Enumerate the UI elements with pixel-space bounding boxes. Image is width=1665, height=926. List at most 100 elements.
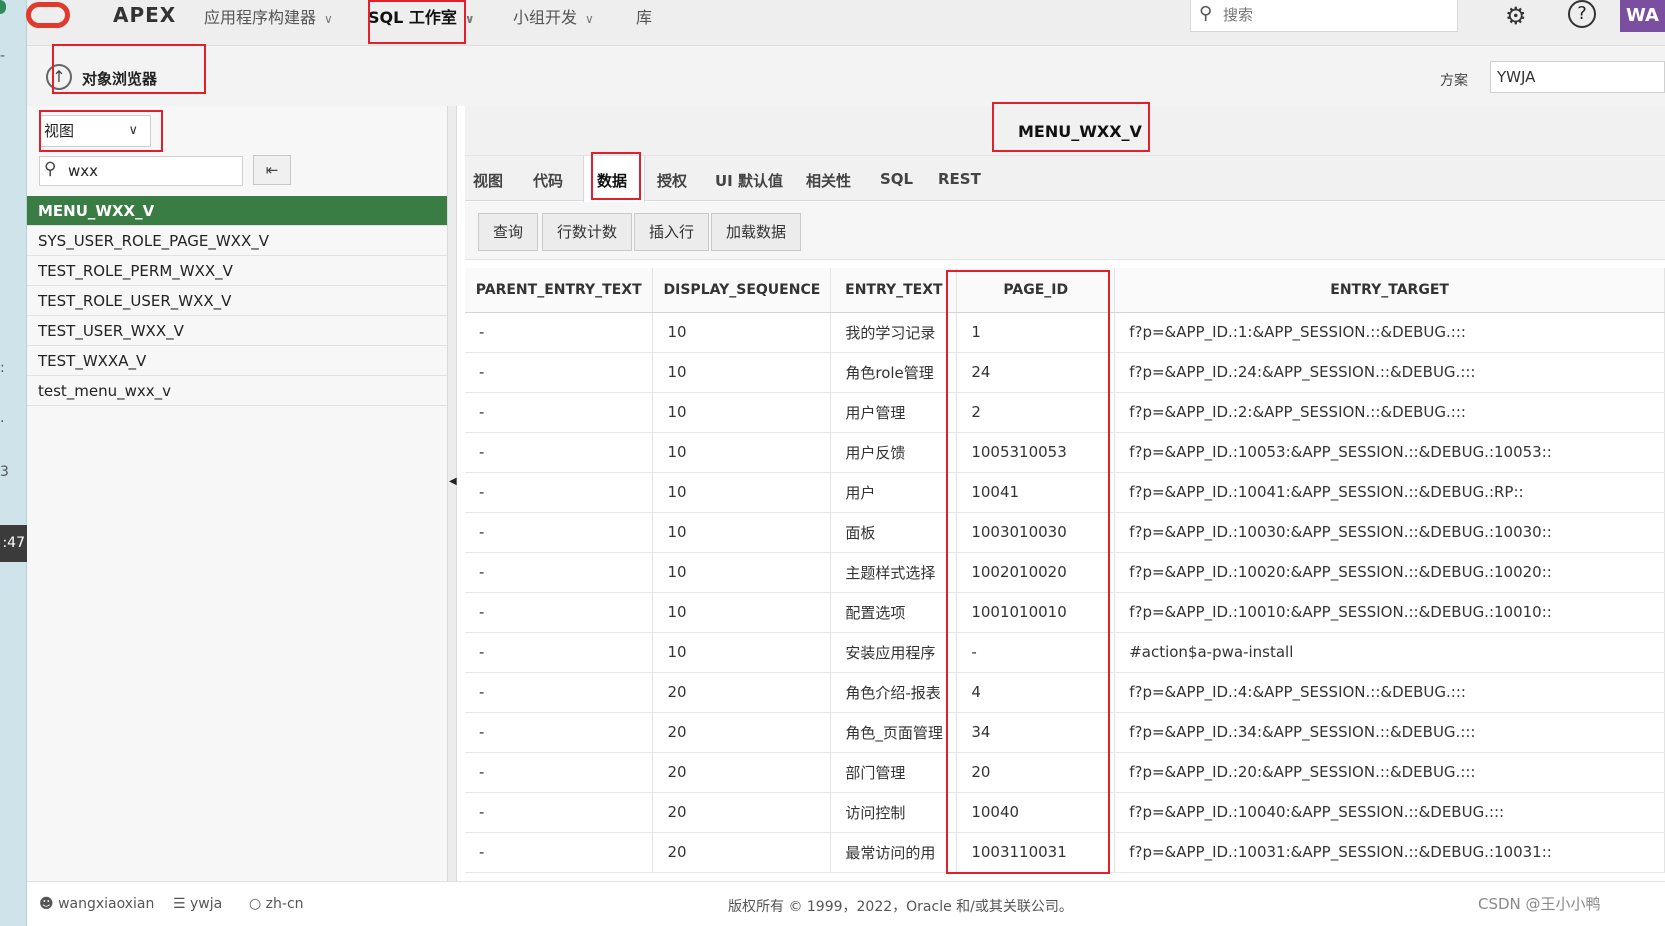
table-cell[interactable]: f?p=&APP_ID.:24:&APP_SESSION.::&DEBUG.::… — [1114, 352, 1665, 393]
table-cell[interactable]: - — [465, 712, 654, 753]
table-cell[interactable]: 角色介绍-报表 — [830, 672, 958, 713]
table-cell[interactable]: f?p=&APP_ID.:10040:&APP_SESSION.::&DEBUG… — [1114, 792, 1665, 833]
table-cell[interactable]: 1005310053 — [956, 432, 1116, 473]
table-cell[interactable]: - — [465, 552, 654, 593]
table-cell[interactable]: 安装应用程序 — [830, 632, 958, 673]
table-cell[interactable]: 4 — [956, 672, 1116, 713]
table-cell[interactable]: 2 — [956, 392, 1116, 433]
table-cell[interactable]: 1003110031 — [956, 832, 1116, 873]
object-type-select[interactable]: 视图 ∨ — [39, 115, 151, 147]
table-cell[interactable]: - — [465, 472, 654, 513]
table-cell[interactable]: f?p=&APP_ID.:10010:&APP_SESSION.::&DEBUG… — [1114, 592, 1665, 633]
tab-dependencies[interactable]: 相关性 — [806, 170, 851, 191]
table-cell[interactable]: 用户反馈 — [830, 432, 958, 473]
table-cell[interactable]: f?p=&APP_ID.:34:&APP_SESSION.::&DEBUG.::… — [1114, 712, 1665, 753]
table-cell[interactable]: 10 — [652, 592, 832, 633]
table-cell[interactable]: f?p=&APP_ID.:10020:&APP_SESSION.::&DEBUG… — [1114, 552, 1665, 593]
help-icon[interactable]: ? — [1568, 0, 1596, 28]
table-cell[interactable]: f?p=&APP_ID.:10030:&APP_SESSION.::&DEBUG… — [1114, 512, 1665, 553]
arrow-up-circle-icon[interactable]: ↑ — [46, 64, 72, 90]
panel-splitter[interactable]: ◀ — [447, 106, 457, 881]
table-cell[interactable]: 最常访问的用 — [830, 832, 958, 873]
column-header[interactable]: ENTRY_TARGET — [1114, 268, 1665, 313]
table-cell[interactable]: 10 — [652, 512, 832, 553]
table-cell[interactable]: - — [465, 632, 654, 673]
table-cell[interactable]: f?p=&APP_ID.:1:&APP_SESSION.::&DEBUG.::: — [1114, 312, 1665, 353]
table-cell[interactable]: 34 — [956, 712, 1116, 753]
column-header[interactable]: PAGE_ID — [956, 268, 1116, 313]
query-button[interactable]: 查询 — [478, 213, 539, 251]
footer-language[interactable]: ○ zh-cn — [249, 896, 304, 912]
tab-data[interactable]: 数据 — [597, 170, 627, 191]
table-cell[interactable]: 我的学习记录 — [830, 312, 958, 353]
table-cell[interactable]: 10 — [652, 472, 832, 513]
table-cell[interactable]: - — [465, 512, 654, 553]
table-cell[interactable]: 1002010020 — [956, 552, 1116, 593]
table-cell[interactable]: 1003010030 — [956, 512, 1116, 553]
avatar[interactable]: WA — [1620, 0, 1665, 32]
collapse-arrow-icon[interactable]: ◀ — [449, 476, 457, 487]
table-cell[interactable]: f?p=&APP_ID.:10031:&APP_SESSION.::&DEBUG… — [1114, 832, 1665, 873]
table-cell[interactable]: 用户管理 — [830, 392, 958, 433]
table-cell[interactable]: f?p=&APP_ID.:10041:&APP_SESSION.::&DEBUG… — [1114, 472, 1665, 513]
table-cell[interactable]: - — [465, 312, 654, 353]
table-cell[interactable]: 20 — [652, 672, 832, 713]
table-cell[interactable]: 用户 — [830, 472, 958, 513]
table-cell[interactable]: 10 — [652, 352, 832, 393]
table-cell[interactable]: - — [465, 432, 654, 473]
table-cell[interactable]: 20 — [652, 832, 832, 873]
column-header[interactable]: ENTRY_TEXT — [830, 268, 958, 313]
list-item[interactable]: SYS_USER_ROLE_PAGE_WXX_V — [27, 226, 447, 256]
table-cell[interactable]: - — [465, 392, 654, 433]
brand-name[interactable]: APEX — [113, 3, 176, 27]
reset-filter-button[interactable]: ⇤ — [253, 155, 291, 185]
nav-gallery[interactable]: 库 — [636, 4, 652, 28]
table-cell[interactable]: - — [465, 752, 654, 793]
table-cell[interactable]: 1 — [956, 312, 1116, 353]
insert-row-button[interactable]: 插入行 — [634, 213, 710, 251]
table-cell[interactable]: 访问控制 — [830, 792, 958, 833]
object-filter[interactable]: ⚲ — [39, 156, 243, 186]
table-cell[interactable]: 10 — [652, 392, 832, 433]
table-cell[interactable]: f?p=&APP_ID.:4:&APP_SESSION.::&DEBUG.::: — [1114, 672, 1665, 713]
table-cell[interactable]: 10 — [652, 552, 832, 593]
footer-user[interactable]: ☻ wangxiaoxian — [39, 896, 154, 912]
list-item[interactable]: test_menu_wxx_v — [27, 376, 447, 406]
table-cell[interactable]: - — [465, 832, 654, 873]
table-cell[interactable]: 20 — [956, 752, 1116, 793]
nav-app-builder[interactable]: 应用程序构建器 ∨ — [204, 4, 333, 28]
search-input[interactable] — [1223, 4, 1443, 26]
tab-sql[interactable]: SQL — [880, 170, 913, 188]
table-cell[interactable]: 20 — [652, 792, 832, 833]
schema-select[interactable]: YWJA — [1490, 61, 1665, 93]
table-cell[interactable]: 角色role管理 — [830, 352, 958, 393]
table-cell[interactable]: f?p=&APP_ID.:20:&APP_SESSION.::&DEBUG.::… — [1114, 752, 1665, 793]
footer-workspace[interactable]: ☰ ywja — [173, 896, 222, 912]
table-cell[interactable]: 24 — [956, 352, 1116, 393]
nav-sql-workshop[interactable]: SQL 工作室 ∨ — [368, 4, 475, 28]
table-cell[interactable]: - — [465, 792, 654, 833]
tab-code[interactable]: 代码 — [533, 170, 563, 191]
table-cell[interactable]: 10041 — [956, 472, 1116, 513]
table-cell[interactable]: 1001010010 — [956, 592, 1116, 633]
table-cell[interactable]: 配置选项 — [830, 592, 958, 633]
tab-rest[interactable]: REST — [938, 170, 981, 188]
table-cell[interactable]: 10 — [652, 312, 832, 353]
table-cell[interactable]: 角色_页面管理 — [830, 712, 958, 753]
table-cell[interactable]: f?p=&APP_ID.:2:&APP_SESSION.::&DEBUG.::: — [1114, 392, 1665, 433]
list-item[interactable]: TEST_ROLE_USER_WXX_V — [27, 286, 447, 316]
table-cell[interactable]: 20 — [652, 712, 832, 753]
table-cell[interactable]: - — [465, 672, 654, 713]
global-search[interactable]: ⚲ — [1190, 0, 1458, 32]
table-cell[interactable]: f?p=&APP_ID.:10053:&APP_SESSION.::&DEBUG… — [1114, 432, 1665, 473]
table-cell[interactable]: 10040 — [956, 792, 1116, 833]
oracle-logo-icon[interactable] — [26, 2, 70, 28]
column-header[interactable]: DISPLAY_SEQUENCE — [652, 268, 832, 313]
tab-grants[interactable]: 授权 — [657, 170, 687, 191]
tab-view[interactable]: 视图 — [473, 170, 503, 191]
table-cell[interactable]: - — [465, 352, 654, 393]
list-item[interactable]: MENU_WXX_V — [27, 196, 447, 226]
table-cell[interactable]: 主题样式选择 — [830, 552, 958, 593]
table-cell[interactable]: 10 — [652, 632, 832, 673]
list-item[interactable]: TEST_ROLE_PERM_WXX_V — [27, 256, 447, 286]
